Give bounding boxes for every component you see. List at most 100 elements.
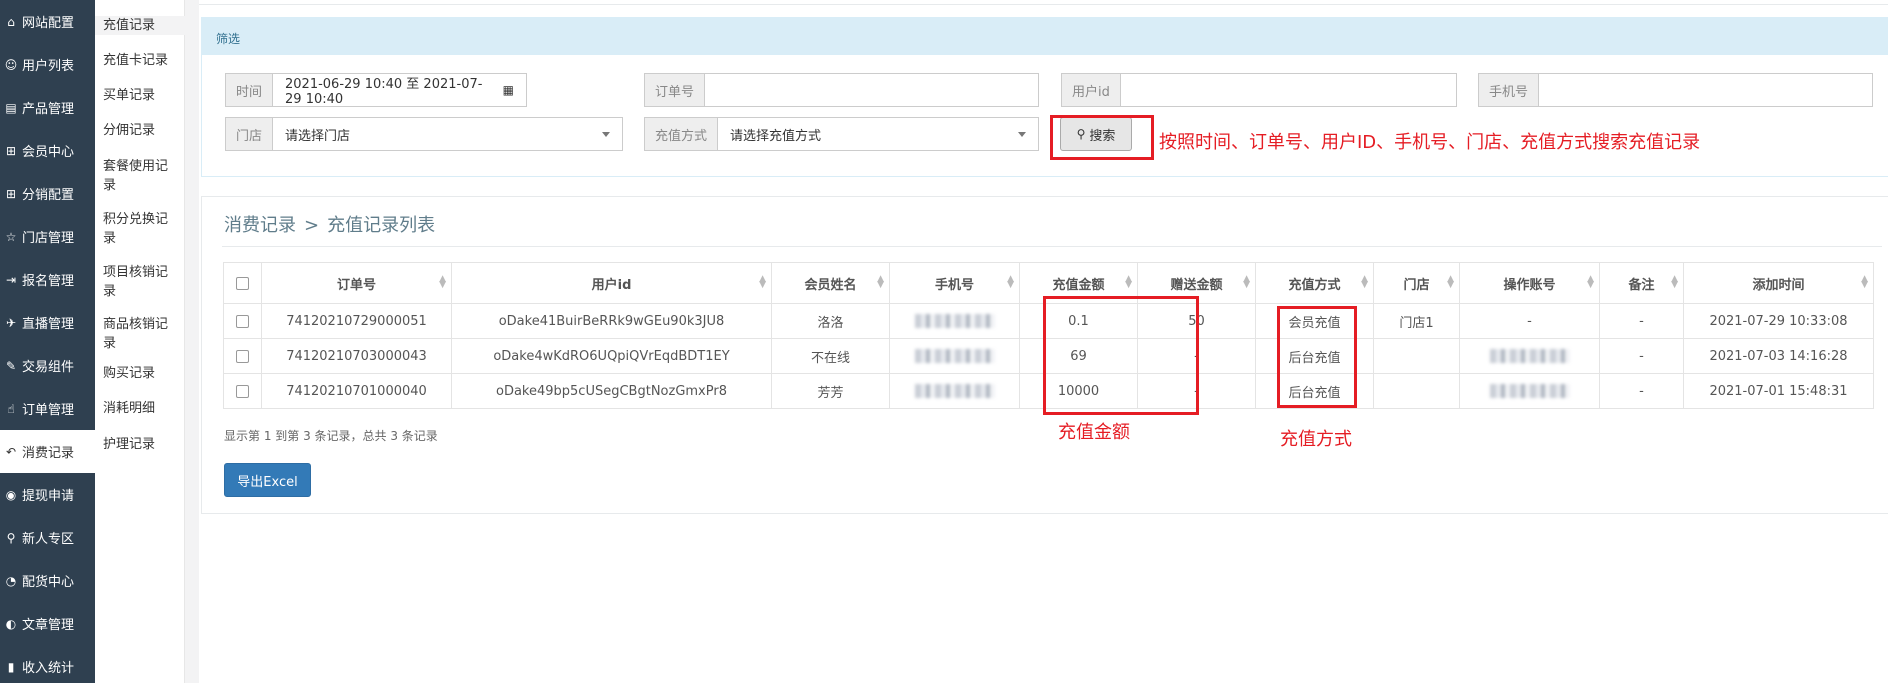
blurred-operator xyxy=(1489,349,1570,363)
method-select[interactable]: 请选择充值方式 xyxy=(717,117,1039,151)
column-header-label: 手机号 xyxy=(934,277,974,293)
breadcrumb-current: 充值记录列表 xyxy=(327,215,436,236)
table-cell xyxy=(889,338,1020,374)
row-checkbox-cell[interactable] xyxy=(223,303,262,339)
sidebar-item[interactable]: ◉ 提现申请 xyxy=(0,473,95,516)
row-checkbox[interactable] xyxy=(236,314,249,328)
submenu-item[interactable]: 套餐使用记录 xyxy=(95,157,185,195)
annotation-search-note: 按照时间、订单号、用户ID、手机号、门店、充值方式搜索充值记录 xyxy=(1159,132,1701,153)
export-excel-button[interactable]: 导出Excel xyxy=(224,463,311,497)
sidebar-item[interactable]: ◔ 配货中心 xyxy=(0,559,95,602)
checkbox[interactable] xyxy=(236,276,249,290)
pie-chart-icon: ◔ xyxy=(5,573,17,588)
submenu-item[interactable]: 护理记录 xyxy=(95,435,185,454)
breadcrumb-parent: 消费记录 xyxy=(224,215,296,236)
order-input[interactable] xyxy=(704,73,1039,107)
thumbs-up-icon: ☝ xyxy=(7,401,15,416)
sidebar-item[interactable]: ✎ 交易组件 xyxy=(0,344,95,387)
column-header[interactable]: 操作账号 ▲ ▼ xyxy=(1459,262,1600,304)
table-cell xyxy=(1459,373,1600,409)
store-placeholder: 请选择门店 xyxy=(285,128,351,144)
submenu-item[interactable]: 买单记录 xyxy=(95,86,185,105)
sidebar-item[interactable]: ☝ 订单管理 xyxy=(0,387,95,430)
sidebar-item[interactable]: ☺ 用户列表 xyxy=(0,43,95,86)
sidebar-item[interactable]: ⌂ 网站配置 xyxy=(0,0,95,43)
table-cell: 2021-07-03 14:16:28 xyxy=(1683,338,1874,374)
column-header[interactable]: 用户id ▲ ▼ xyxy=(451,262,772,304)
submenu-item[interactable]: 购买记录 xyxy=(95,364,185,383)
column-header[interactable]: 门店 ▲ ▼ xyxy=(1373,262,1460,304)
column-header-label: 充值方式 xyxy=(1288,277,1341,293)
submenu-item[interactable]: 积分兑换记录 xyxy=(95,210,185,248)
userid-input[interactable] xyxy=(1119,73,1457,107)
submenu-item[interactable]: 项目核销记录 xyxy=(95,263,185,301)
submenu-item[interactable]: 充值卡记录 xyxy=(95,51,185,70)
submenu-item[interactable]: 分佣记录 xyxy=(95,121,185,140)
row-checkbox[interactable] xyxy=(236,384,249,398)
store-select[interactable]: 请选择门店 xyxy=(272,117,623,151)
divider xyxy=(222,246,1882,247)
sort-icon: ▲ ▼ xyxy=(1447,274,1454,290)
sidebar-item-label: 消费记录 xyxy=(22,446,75,461)
column-header-label: 会员姓名 xyxy=(804,277,857,293)
bar-chart-icon: ▮ xyxy=(7,659,15,674)
sidebar-item-label: 订单管理 xyxy=(22,403,75,418)
column-header[interactable]: 备注 ▲ ▼ xyxy=(1599,262,1684,304)
annotation-box-amount xyxy=(1043,296,1199,415)
sidebar-item[interactable]: ↶ 消费记录 xyxy=(0,430,95,473)
blurred-phone xyxy=(914,314,995,328)
column-header[interactable]: 充值方式 ▲ ▼ xyxy=(1255,262,1374,304)
sidebar-item-label: 报名管理 xyxy=(22,274,75,289)
column-header[interactable]: 会员姓名 ▲ ▼ xyxy=(771,262,890,304)
userid-filter: 用户id xyxy=(1061,73,1457,107)
main-content: 筛选 时间 2021-06-29 10:40 至 2021-07-29 10:4… xyxy=(199,0,1888,683)
submenu-item[interactable]: 消耗明细 xyxy=(95,399,185,418)
sidebar-item[interactable]: ☆ 门店管理 xyxy=(0,215,95,258)
sidebar-item[interactable]: ⊞ 会员中心 xyxy=(0,129,95,172)
row-checkbox[interactable] xyxy=(236,349,249,363)
sidebar-item[interactable]: ⚲ 新人专区 xyxy=(0,516,95,559)
table-cell: 芳芳 xyxy=(771,373,890,409)
breadcrumb-separator: > xyxy=(304,215,320,236)
eraser-icon: ✎ xyxy=(5,358,17,373)
adjust-icon: ◐ xyxy=(5,616,17,631)
sort-icon: ▲ ▼ xyxy=(1125,274,1132,290)
calendar-icon: ▦ xyxy=(502,83,514,97)
column-header-label: 订单号 xyxy=(336,277,376,293)
column-header[interactable]: 订单号 ▲ ▼ xyxy=(261,262,452,304)
sidebar-item[interactable]: ⇥ 报名管理 xyxy=(0,258,95,301)
column-header[interactable]: 添加时间 ▲ ▼ xyxy=(1683,262,1874,304)
submenu-item[interactable]: 商品核销记录 xyxy=(95,315,185,353)
sidebar-item[interactable]: ▤ 产品管理 xyxy=(0,86,95,129)
sidebar-item[interactable]: ▮ 收入统计 xyxy=(0,645,95,683)
chevron-down-icon xyxy=(1018,131,1026,137)
sidebar-item-label: 配货中心 xyxy=(22,575,75,590)
table-cell: - xyxy=(1599,303,1684,339)
row-checkbox-cell[interactable] xyxy=(223,338,262,374)
time-range-input[interactable]: 2021-06-29 10:40 至 2021-07-29 10:40 ▦ xyxy=(272,73,527,107)
table-cell: - xyxy=(1599,373,1684,409)
submenu-item[interactable]: 充值记录 xyxy=(95,16,185,35)
select-all-checkbox[interactable] xyxy=(223,262,262,304)
phone-input[interactable] xyxy=(1538,73,1873,107)
sidebar-item[interactable]: ✈ 直播管理 xyxy=(0,301,95,344)
table-cell: 不在线 xyxy=(771,338,890,374)
time-filter: 时间 2021-06-29 10:40 至 2021-07-29 10:40 ▦ xyxy=(225,73,527,107)
sidebar-item-label: 网站配置 xyxy=(22,16,75,31)
cart-icon: ⊞ xyxy=(5,186,17,201)
column-header[interactable]: 手机号 ▲ ▼ xyxy=(889,262,1020,304)
time-label: 时间 xyxy=(225,73,273,107)
sort-icon: ▲ ▼ xyxy=(1361,274,1368,290)
sidebar-item-label: 直播管理 xyxy=(22,317,75,332)
method-placeholder: 请选择充值方式 xyxy=(730,128,822,144)
blurred-phone xyxy=(914,349,995,363)
table-cell: 2021-07-01 15:48:31 xyxy=(1683,373,1874,409)
table-cell: 2021-07-29 10:33:08 xyxy=(1683,303,1874,339)
sidebar-item[interactable]: ◐ 文章管理 xyxy=(0,602,95,645)
store-filter: 门店 请选择门店 xyxy=(225,117,623,151)
row-checkbox-cell[interactable] xyxy=(223,373,262,409)
sort-icon: ▲ ▼ xyxy=(759,274,766,290)
table-cell: 74120210729000051 xyxy=(261,303,452,339)
sidebar-item[interactable]: ⊞ 分销配置 xyxy=(0,172,95,215)
sort-icon: ▲ ▼ xyxy=(439,274,446,290)
